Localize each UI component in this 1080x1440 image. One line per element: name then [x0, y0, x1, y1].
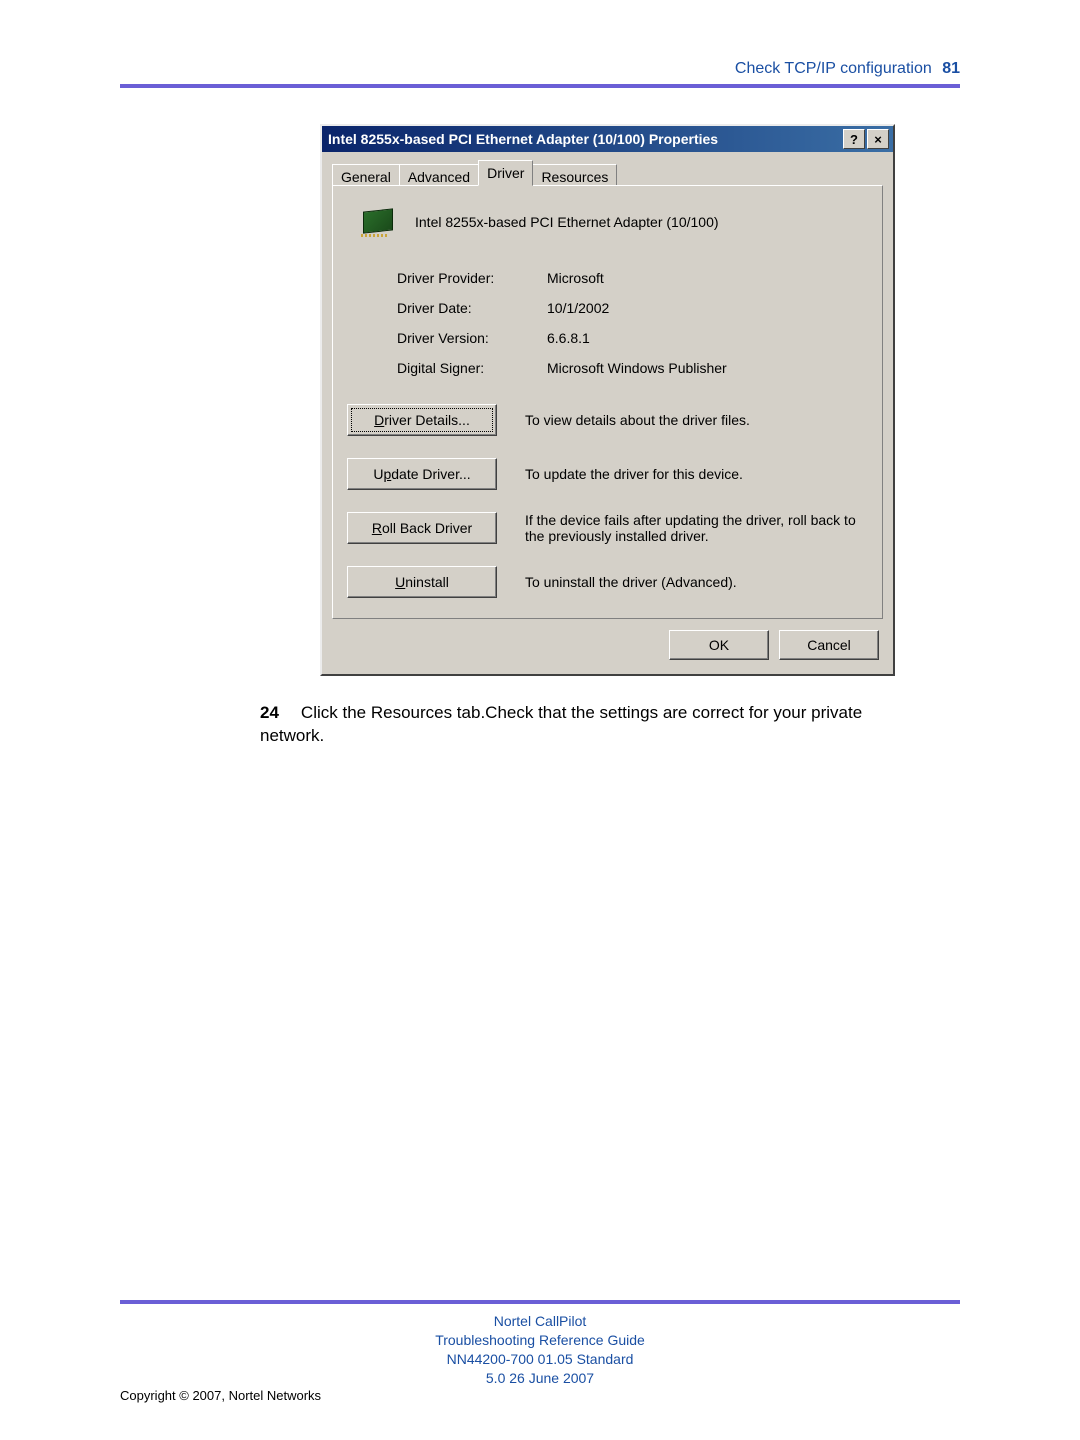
uninstall-button[interactable]: Uninstall: [347, 566, 497, 598]
step-text: Click the Resources tab.Check that the s…: [260, 703, 862, 745]
footer-block: Nortel CallPilot Troubleshooting Referen…: [120, 1312, 960, 1388]
footer-line-3: NN44200-700 01.05 Standard: [120, 1350, 960, 1369]
footer-rule: [120, 1300, 960, 1304]
step-number: 24: [260, 703, 279, 722]
help-button[interactable]: ?: [843, 129, 865, 149]
copyright-text: Copyright © 2007, Nortel Networks: [120, 1388, 321, 1403]
roll-back-driver-button[interactable]: Roll Back Driver: [347, 512, 497, 544]
page-number: 81: [942, 60, 960, 77]
close-button[interactable]: ×: [867, 129, 889, 149]
digital-signer-label: Digital Signer:: [397, 360, 547, 376]
footer-line-4: 5.0 26 June 2007: [120, 1369, 960, 1388]
update-driver-button[interactable]: Update Driver...: [347, 458, 497, 490]
tab-panel-driver: Intel 8255x-based PCI Ethernet Adapter (…: [332, 185, 883, 619]
driver-provider-label: Driver Provider:: [397, 270, 547, 286]
network-card-icon: [357, 204, 397, 240]
step-24: 24Click the Resources tab.Check that the…: [260, 702, 900, 748]
footer-line-1: Nortel CallPilot: [120, 1312, 960, 1331]
header-rule: [120, 84, 960, 88]
ok-button[interactable]: OK: [669, 630, 769, 660]
driver-date-value: 10/1/2002: [547, 300, 868, 316]
update-driver-desc: To update the driver for this device.: [525, 466, 868, 482]
driver-info-grid: Driver Provider: Microsoft Driver Date: …: [397, 270, 868, 376]
digital-signer-value: Microsoft Windows Publisher: [547, 360, 868, 376]
titlebar-text: Intel 8255x-based PCI Ethernet Adapter (…: [328, 131, 718, 147]
tabs-row: General Advanced Driver Resources: [332, 160, 883, 186]
driver-version-label: Driver Version:: [397, 330, 547, 346]
driver-details-button[interactable]: Driver Details...: [347, 404, 497, 436]
properties-dialog: Intel 8255x-based PCI Ethernet Adapter (…: [320, 124, 895, 676]
footer-line-2: Troubleshooting Reference Guide: [120, 1331, 960, 1350]
uninstall-desc: To uninstall the driver (Advanced).: [525, 574, 868, 590]
page-header: Check TCP/IP configuration 81: [120, 60, 960, 78]
driver-date-label: Driver Date:: [397, 300, 547, 316]
titlebar: Intel 8255x-based PCI Ethernet Adapter (…: [322, 126, 893, 152]
driver-provider-value: Microsoft: [547, 270, 868, 286]
cancel-button[interactable]: Cancel: [779, 630, 879, 660]
tab-driver[interactable]: Driver: [478, 160, 533, 186]
device-name: Intel 8255x-based PCI Ethernet Adapter (…: [415, 214, 719, 230]
driver-version-value: 6.6.8.1: [547, 330, 868, 346]
roll-back-driver-desc: If the device fails after updating the d…: [525, 512, 868, 544]
driver-details-desc: To view details about the driver files.: [525, 412, 868, 428]
section-title: Check TCP/IP configuration: [735, 60, 932, 77]
